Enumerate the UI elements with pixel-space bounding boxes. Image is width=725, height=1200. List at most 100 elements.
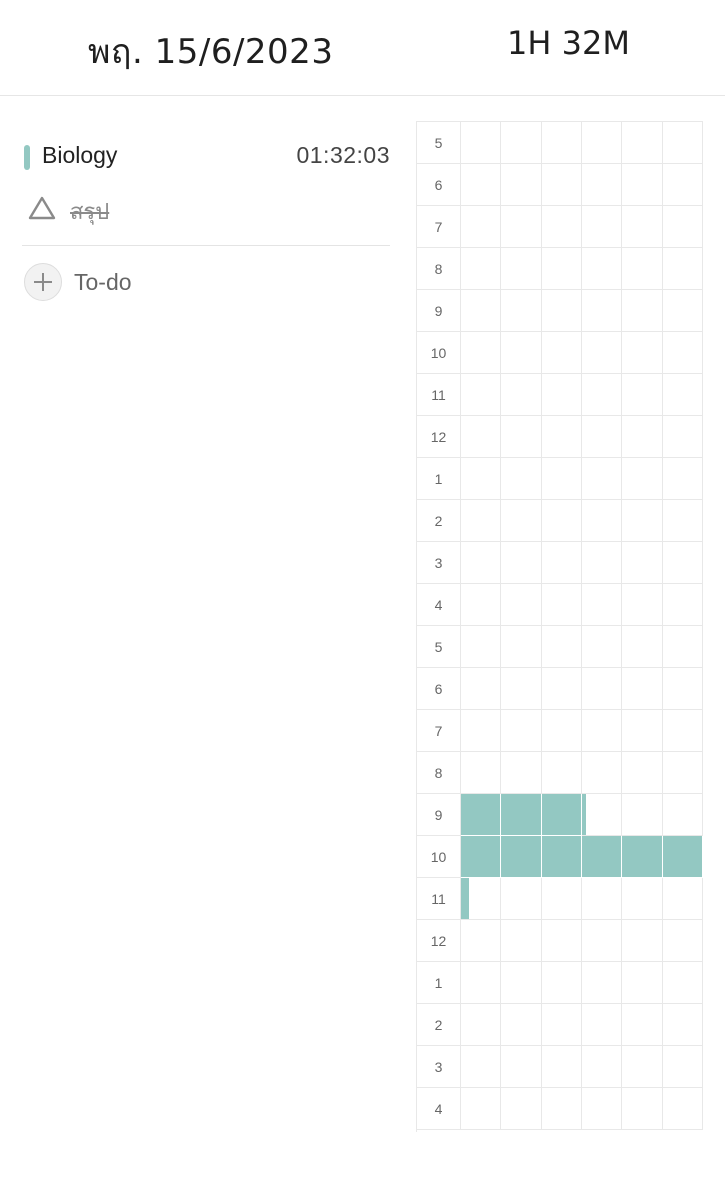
timetable-cell (622, 710, 663, 752)
triangle-outline-icon[interactable] (28, 196, 56, 220)
timetable-cell (662, 206, 703, 248)
timetable-cell (541, 794, 582, 836)
timetable-row: 10 (417, 332, 703, 374)
timetable-cell (461, 920, 502, 962)
add-todo-button[interactable]: To-do (22, 262, 222, 302)
timetable-cell (581, 752, 623, 794)
hour-label: 5 (417, 626, 461, 668)
timetable-cell (541, 332, 582, 374)
timetable-cell (461, 794, 502, 836)
hour-label: 1 (417, 962, 461, 1004)
timetable-cell (541, 1046, 582, 1088)
timetable-cell (541, 752, 582, 794)
timetable-cell (461, 500, 502, 542)
timetable-cell (581, 206, 623, 248)
hour-label: 5 (417, 122, 461, 164)
timetable-cell (541, 1004, 582, 1046)
timetable-cell (461, 122, 502, 164)
timetable-cell (501, 584, 542, 626)
timetable-cell (581, 962, 623, 1004)
timetable-cell (622, 374, 663, 416)
timetable-cell (581, 794, 623, 836)
timetable-cell (501, 752, 542, 794)
timetable-cell (622, 836, 663, 878)
timetable-cell (622, 878, 663, 920)
timetable-cell (662, 584, 703, 626)
timetable-cell (622, 122, 663, 164)
timetable-cell (622, 1046, 663, 1088)
subject-row-biology[interactable]: Biology 01:32:03 (22, 138, 390, 176)
hour-label: 6 (417, 164, 461, 206)
timetable-cell (501, 290, 542, 332)
timetable-cell (581, 1004, 623, 1046)
timetable-row: 1 (417, 962, 703, 1004)
timetable-row: 12 (417, 416, 703, 458)
timetable-cell (541, 668, 582, 710)
study-block (461, 878, 469, 919)
hour-label: 10 (417, 836, 461, 878)
study-block (662, 836, 702, 877)
todo-label: To-do (74, 269, 132, 295)
timetable-cell (581, 500, 623, 542)
study-block (501, 794, 541, 835)
timetable-cell (501, 542, 542, 584)
timetable-cell (461, 206, 502, 248)
timetable-cell (581, 164, 623, 206)
timetable-cell (541, 164, 582, 206)
hour-label: 8 (417, 248, 461, 290)
timetable-cell (541, 248, 582, 290)
timetable-cell (541, 206, 582, 248)
timetable-cell (461, 836, 502, 878)
timetable-row: 3 (417, 1046, 703, 1088)
hour-label: 7 (417, 710, 461, 752)
divider (22, 245, 390, 246)
timetable-cell (501, 248, 542, 290)
timetable-cell (501, 500, 542, 542)
timetable-cell (501, 458, 542, 500)
timetable-cell (541, 374, 582, 416)
timetable-cell (461, 962, 502, 1004)
hour-label: 3 (417, 1046, 461, 1088)
timetable-cell (581, 710, 623, 752)
timetable-cell (622, 332, 663, 374)
timetable-cell (501, 836, 542, 878)
timetable-row: 11 (417, 878, 703, 920)
timetable-row: 2 (417, 1004, 703, 1046)
study-block (581, 794, 586, 835)
timetable-cell (581, 458, 623, 500)
timetable-cell (541, 710, 582, 752)
timetable-cell (461, 752, 502, 794)
timetable-cell (541, 416, 582, 458)
hour-label: 11 (417, 374, 461, 416)
plus-icon[interactable] (24, 263, 62, 301)
timetable-cell (461, 416, 502, 458)
date-title[interactable]: พฤ. 15/6/2023 (88, 24, 333, 78)
timetable-row: 10 (417, 836, 703, 878)
task-item[interactable]: สรุป (22, 192, 390, 228)
total-study-time: 1H 32M (507, 24, 630, 62)
hour-label: 9 (417, 290, 461, 332)
timetable-cell (541, 458, 582, 500)
timetable-cell (622, 752, 663, 794)
timetable-cell (581, 248, 623, 290)
timetable-row: 1 (417, 458, 703, 500)
subject-name: Biology (42, 142, 118, 168)
study-block (501, 836, 541, 877)
timetable-cell (461, 332, 502, 374)
timetable-cell (622, 794, 663, 836)
timetable-cell (662, 1046, 703, 1088)
hour-label: 9 (417, 794, 461, 836)
timetable-cell (501, 962, 542, 1004)
timetable-cell (461, 1004, 502, 1046)
timetable-cell (662, 920, 703, 962)
timetable-row: 6 (417, 164, 703, 206)
hour-label: 2 (417, 500, 461, 542)
timetable-cell (461, 626, 502, 668)
subject-color-indicator (24, 145, 30, 170)
timetable-row: 11 (417, 374, 703, 416)
timetable-cell (501, 626, 542, 668)
timetable-cell (662, 836, 703, 878)
task-label: สรุป (70, 200, 110, 225)
hour-label: 12 (417, 416, 461, 458)
timetable-row: 8 (417, 752, 703, 794)
